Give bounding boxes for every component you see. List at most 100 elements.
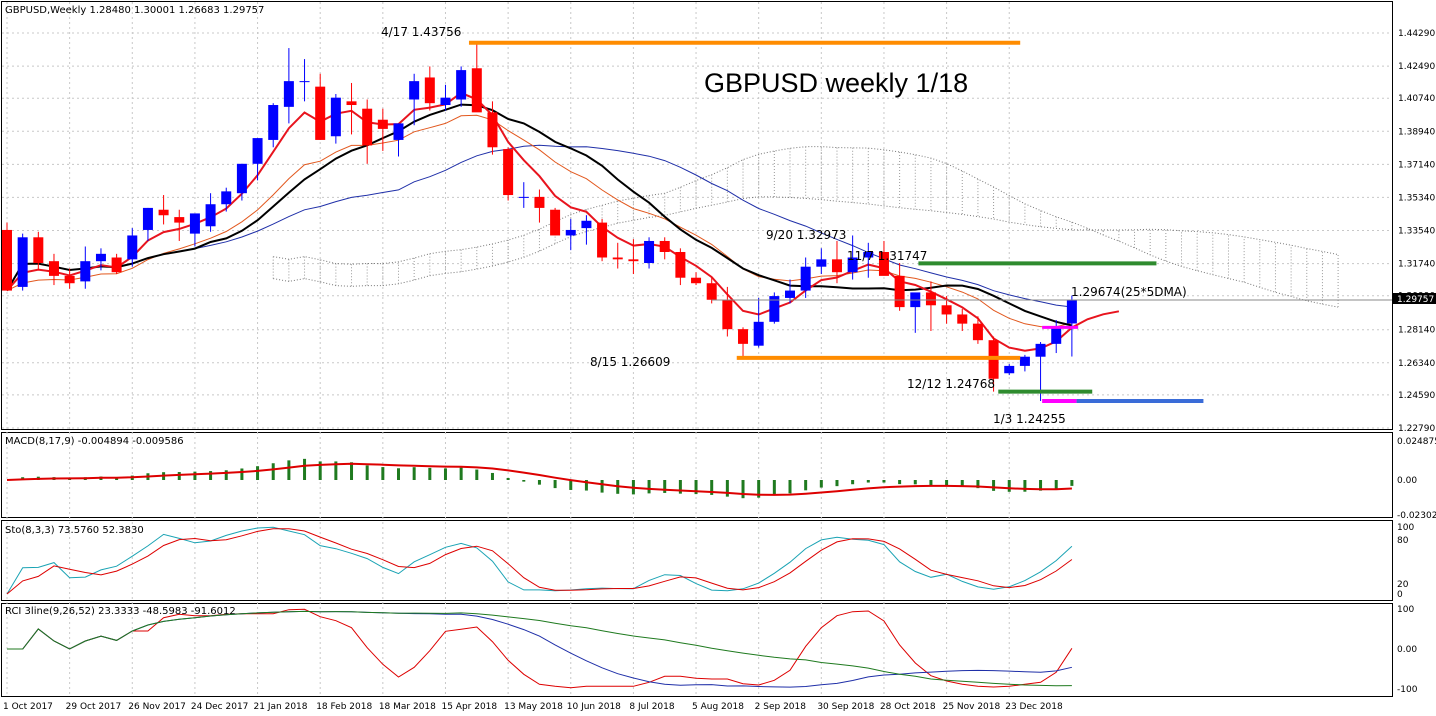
date-tick-label: 18 Feb 2018 (316, 702, 372, 712)
date-tick-label: 18 Mar 2018 (379, 702, 436, 712)
candle-body (17, 237, 28, 287)
candle-body (1035, 343, 1046, 357)
candle-body (1019, 356, 1030, 366)
current-price-label: 1.29757 (1397, 295, 1434, 305)
candle-body (800, 266, 811, 291)
candle-body (330, 97, 341, 137)
candle-body (95, 253, 106, 262)
rci-tick-label: 0.00 (1397, 645, 1417, 655)
annotation-11-7: 11/7 1.31747 (847, 249, 927, 263)
candle-body (941, 305, 952, 315)
candle-body (503, 149, 514, 196)
price-tick-label: 1.38940 (1398, 127, 1435, 137)
candle-body (64, 275, 75, 284)
candle-body (534, 196, 545, 208)
price-tick-label: 1.40740 (1398, 94, 1435, 104)
candle-body (33, 237, 44, 264)
sto-tick-label: 20 (1397, 580, 1409, 590)
date-tick-label: 29 Oct 2017 (66, 702, 122, 712)
macd-title: MACD(8,17,9) -0.004894 -0.009586 (5, 436, 184, 447)
candle-body (785, 290, 795, 298)
candle-body (252, 138, 263, 164)
sto-tick-label: 0 (1397, 590, 1403, 600)
annotation-25dma: 1.29674(25*5DMA) (1071, 285, 1187, 299)
price-tick-label: 1.42490 (1398, 62, 1435, 72)
candle-body (362, 108, 373, 146)
candle-body (706, 283, 717, 300)
chart-canvas: 1.44290 1.42490 1.40740 1.38940 1.37140 1.353… (0, 0, 1436, 716)
chart-window: 1.44290 1.42490 1.40740 1.38940 1.37140 1.353… (0, 0, 1436, 716)
candle-body (753, 321, 764, 346)
date-tick-label: 26 Nov 2017 (128, 702, 186, 712)
candle-body (831, 259, 842, 273)
chart-title: GBPUSD,Weekly 1.28480 1.30001 1.26683 1.… (5, 5, 264, 16)
sto-tick-label: 80 (1397, 536, 1409, 546)
date-tick-label: 2 Sep 2018 (755, 702, 807, 712)
candle-body (659, 240, 670, 252)
candle-body (221, 191, 232, 205)
annotation-1-3: 1/3 1.24255 (993, 412, 1066, 426)
price-tick-label: 1.26340 (1398, 359, 1435, 369)
candle-body (142, 207, 153, 230)
price-tick-label: 1.44290 (1398, 29, 1435, 39)
candle-body (518, 196, 529, 198)
price-tick-label: 1.31740 (1398, 260, 1435, 270)
candle-body (581, 220, 592, 229)
date-tick-label: 8 Jul 2018 (629, 702, 674, 712)
candle-body (675, 251, 686, 278)
candle-body (189, 213, 200, 234)
candle-body (957, 314, 968, 324)
candle-body (158, 209, 169, 216)
candle-body (268, 105, 279, 140)
macd-tick-label: 0.00 (1397, 476, 1417, 486)
sto-tick-label: 100 (1397, 523, 1414, 533)
candle-body (424, 77, 435, 104)
candle-body (283, 81, 294, 107)
price-tick-label: 1.22790 (1398, 424, 1435, 434)
candle-body (612, 257, 623, 260)
candle-body (174, 217, 185, 223)
macd-tick-label: 0.024875 (1397, 437, 1436, 447)
annotation-12-12: 12/12 1.24768 (907, 377, 995, 391)
candle-body (972, 323, 983, 341)
candle-body (346, 101, 357, 106)
candle-body (299, 81, 310, 83)
annotation-4-17: 4/17 1.43756 (381, 25, 461, 39)
sto-title: Sto(8,3,3) 73.5760 52.3830 (5, 525, 144, 536)
date-tick-label: 30 Sep 2018 (817, 702, 874, 712)
rci-tick-label: -100 (1397, 685, 1418, 695)
candle-body (550, 209, 561, 236)
price-tick-label: 1.37140 (1398, 160, 1435, 170)
date-tick-label: 21 Jan 2018 (254, 702, 308, 712)
candle-body (628, 259, 639, 262)
annotation-9-20: 9/20 1.32973 (766, 228, 846, 242)
date-tick-label: 13 May 2018 (504, 702, 563, 712)
candle-body (393, 123, 404, 140)
date-tick-label: 28 Oct 2018 (880, 702, 936, 712)
candle-body (409, 81, 420, 100)
date-tick-label: 25 Nov 2018 (943, 702, 1001, 712)
date-tick-label: 15 Apr 2018 (441, 702, 497, 712)
macd-tick-label: -0.023026 (1397, 511, 1436, 521)
price-tick-label: 1.33540 (1398, 227, 1435, 237)
candle-body (597, 222, 608, 258)
candle-body (565, 229, 576, 236)
price-tick-label: 1.24590 (1398, 391, 1435, 401)
date-tick-label: 10 Jun 2018 (567, 702, 621, 712)
date-tick-label: 1 Oct 2017 (3, 702, 53, 712)
price-tick-label: 1.35340 (1398, 193, 1435, 203)
candle-body (456, 70, 467, 100)
candle-body (111, 257, 122, 273)
rci-tick-label: 100 (1397, 605, 1414, 615)
price-tick-label: 1.28140 (1398, 326, 1435, 336)
candle-body (48, 261, 59, 276)
annotation-8-15: 8/15 1.26609 (590, 355, 670, 369)
candle-body (894, 275, 905, 308)
candle-body (127, 235, 138, 260)
candle-body (738, 329, 749, 344)
candle-body (205, 204, 216, 227)
candle-body (2, 229, 12, 291)
candle-body (377, 119, 388, 129)
candle-body (644, 240, 655, 264)
candle-body (80, 261, 91, 282)
